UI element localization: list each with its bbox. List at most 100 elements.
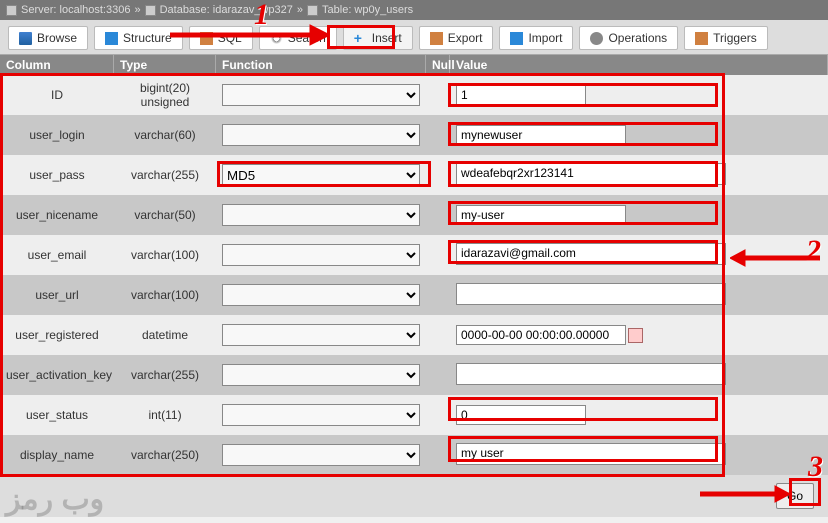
value-input[interactable] <box>456 405 586 425</box>
value-input[interactable] <box>456 205 626 225</box>
function-cell: MD5 <box>216 160 426 190</box>
table-row: user_registereddatetime <box>0 315 828 355</box>
function-select[interactable] <box>222 244 420 266</box>
triggers-icon <box>695 32 708 45</box>
value-cell <box>450 321 828 349</box>
column-name: ID <box>0 84 114 106</box>
value-input[interactable] <box>456 163 726 185</box>
top-tabs: Browse Structure SQL Search Insert Expor… <box>0 20 828 55</box>
tab-browse-label: Browse <box>37 31 77 45</box>
null-cell <box>426 251 450 259</box>
tab-operations[interactable]: Operations <box>579 26 678 50</box>
column-type: varchar(50) <box>114 204 216 226</box>
column-name: user_registered <box>0 324 114 346</box>
value-input[interactable] <box>456 125 626 145</box>
column-type: int(11) <box>114 404 216 426</box>
header-null: Null <box>426 55 450 75</box>
column-type: varchar(60) <box>114 124 216 146</box>
go-button[interactable]: Go <box>776 483 814 509</box>
import-icon <box>510 32 523 45</box>
column-type: datetime <box>114 324 216 346</box>
function-select[interactable] <box>222 84 420 106</box>
table-row: display_namevarchar(250) <box>0 435 828 475</box>
column-type: varchar(255) <box>114 164 216 186</box>
column-type: varchar(100) <box>114 284 216 306</box>
export-icon <box>430 32 443 45</box>
value-input[interactable] <box>456 85 586 105</box>
function-cell <box>216 80 426 110</box>
insert-icon <box>354 32 367 45</box>
null-cell <box>426 411 450 419</box>
column-type: bigint(20) unsigned <box>114 77 216 113</box>
database-label: Database: idarazav_wp327 <box>160 4 293 16</box>
tab-sql-label: SQL <box>218 31 242 45</box>
tab-triggers[interactable]: Triggers <box>684 26 768 50</box>
tab-sql[interactable]: SQL <box>189 26 253 50</box>
window-titlebar: Server: localhost:3306 » Database: idara… <box>0 0 828 20</box>
search-icon <box>270 32 283 45</box>
column-name: display_name <box>0 444 114 466</box>
null-cell <box>426 211 450 219</box>
function-select[interactable] <box>222 284 420 306</box>
header-function: Function <box>216 55 426 75</box>
tab-browse[interactable]: Browse <box>8 26 88 50</box>
function-cell <box>216 400 426 430</box>
footer: Go <box>0 475 828 517</box>
server-icon <box>6 5 17 16</box>
function-select[interactable] <box>222 444 420 466</box>
value-input[interactable] <box>456 283 726 305</box>
function-select[interactable] <box>222 324 420 346</box>
null-cell <box>426 451 450 459</box>
browse-icon <box>19 32 32 45</box>
header-type: Type <box>114 55 216 75</box>
function-cell <box>216 320 426 350</box>
tab-search-label: Search <box>288 31 326 45</box>
value-cell <box>450 239 828 272</box>
value-cell <box>450 359 828 392</box>
tab-import[interactable]: Import <box>499 26 573 50</box>
value-input[interactable] <box>456 243 726 265</box>
table-row: user_emailvarchar(100) <box>0 235 828 275</box>
header-value: Value <box>450 55 828 75</box>
table-row: user_activation_keyvarchar(255) <box>0 355 828 395</box>
operations-icon <box>590 32 603 45</box>
value-input[interactable] <box>456 363 726 385</box>
tab-insert[interactable]: Insert <box>343 26 413 50</box>
structure-icon <box>105 32 118 45</box>
table-row: user_passvarchar(255) MD5 <box>0 155 828 195</box>
column-type: varchar(100) <box>114 244 216 266</box>
column-name: user_nicename <box>0 204 114 226</box>
tab-structure-label: Structure <box>123 31 172 45</box>
value-cell <box>450 201 828 229</box>
null-cell <box>426 371 450 379</box>
calendar-icon[interactable] <box>628 328 643 343</box>
tab-import-label: Import <box>528 31 562 45</box>
table-row: user_nicenamevarchar(50) <box>0 195 828 235</box>
watermark: وب رمز <box>6 482 104 517</box>
function-select[interactable] <box>222 204 420 226</box>
function-select[interactable]: MD5 <box>222 164 420 186</box>
column-name: user_status <box>0 404 114 426</box>
column-type: varchar(255) <box>114 364 216 386</box>
value-cell <box>450 121 828 149</box>
tab-triggers-label: Triggers <box>713 31 757 45</box>
function-cell <box>216 280 426 310</box>
sql-icon <box>200 32 213 45</box>
value-input[interactable] <box>456 443 726 465</box>
column-name: user_login <box>0 124 114 146</box>
column-name: user_pass <box>0 164 114 186</box>
tab-export[interactable]: Export <box>419 26 494 50</box>
tab-structure[interactable]: Structure <box>94 26 183 50</box>
null-cell <box>426 171 450 179</box>
table-row: user_loginvarchar(60) <box>0 115 828 155</box>
value-cell <box>450 159 828 192</box>
function-select[interactable] <box>222 404 420 426</box>
table-row: IDbigint(20) unsigned <box>0 75 828 115</box>
table-header-row: Column Type Function Null Value <box>0 55 828 75</box>
function-select[interactable] <box>222 364 420 386</box>
table-row: user_statusint(11) <box>0 395 828 435</box>
function-select[interactable] <box>222 124 420 146</box>
value-input[interactable] <box>456 325 626 345</box>
tab-search[interactable]: Search <box>259 26 337 50</box>
null-cell <box>426 131 450 139</box>
